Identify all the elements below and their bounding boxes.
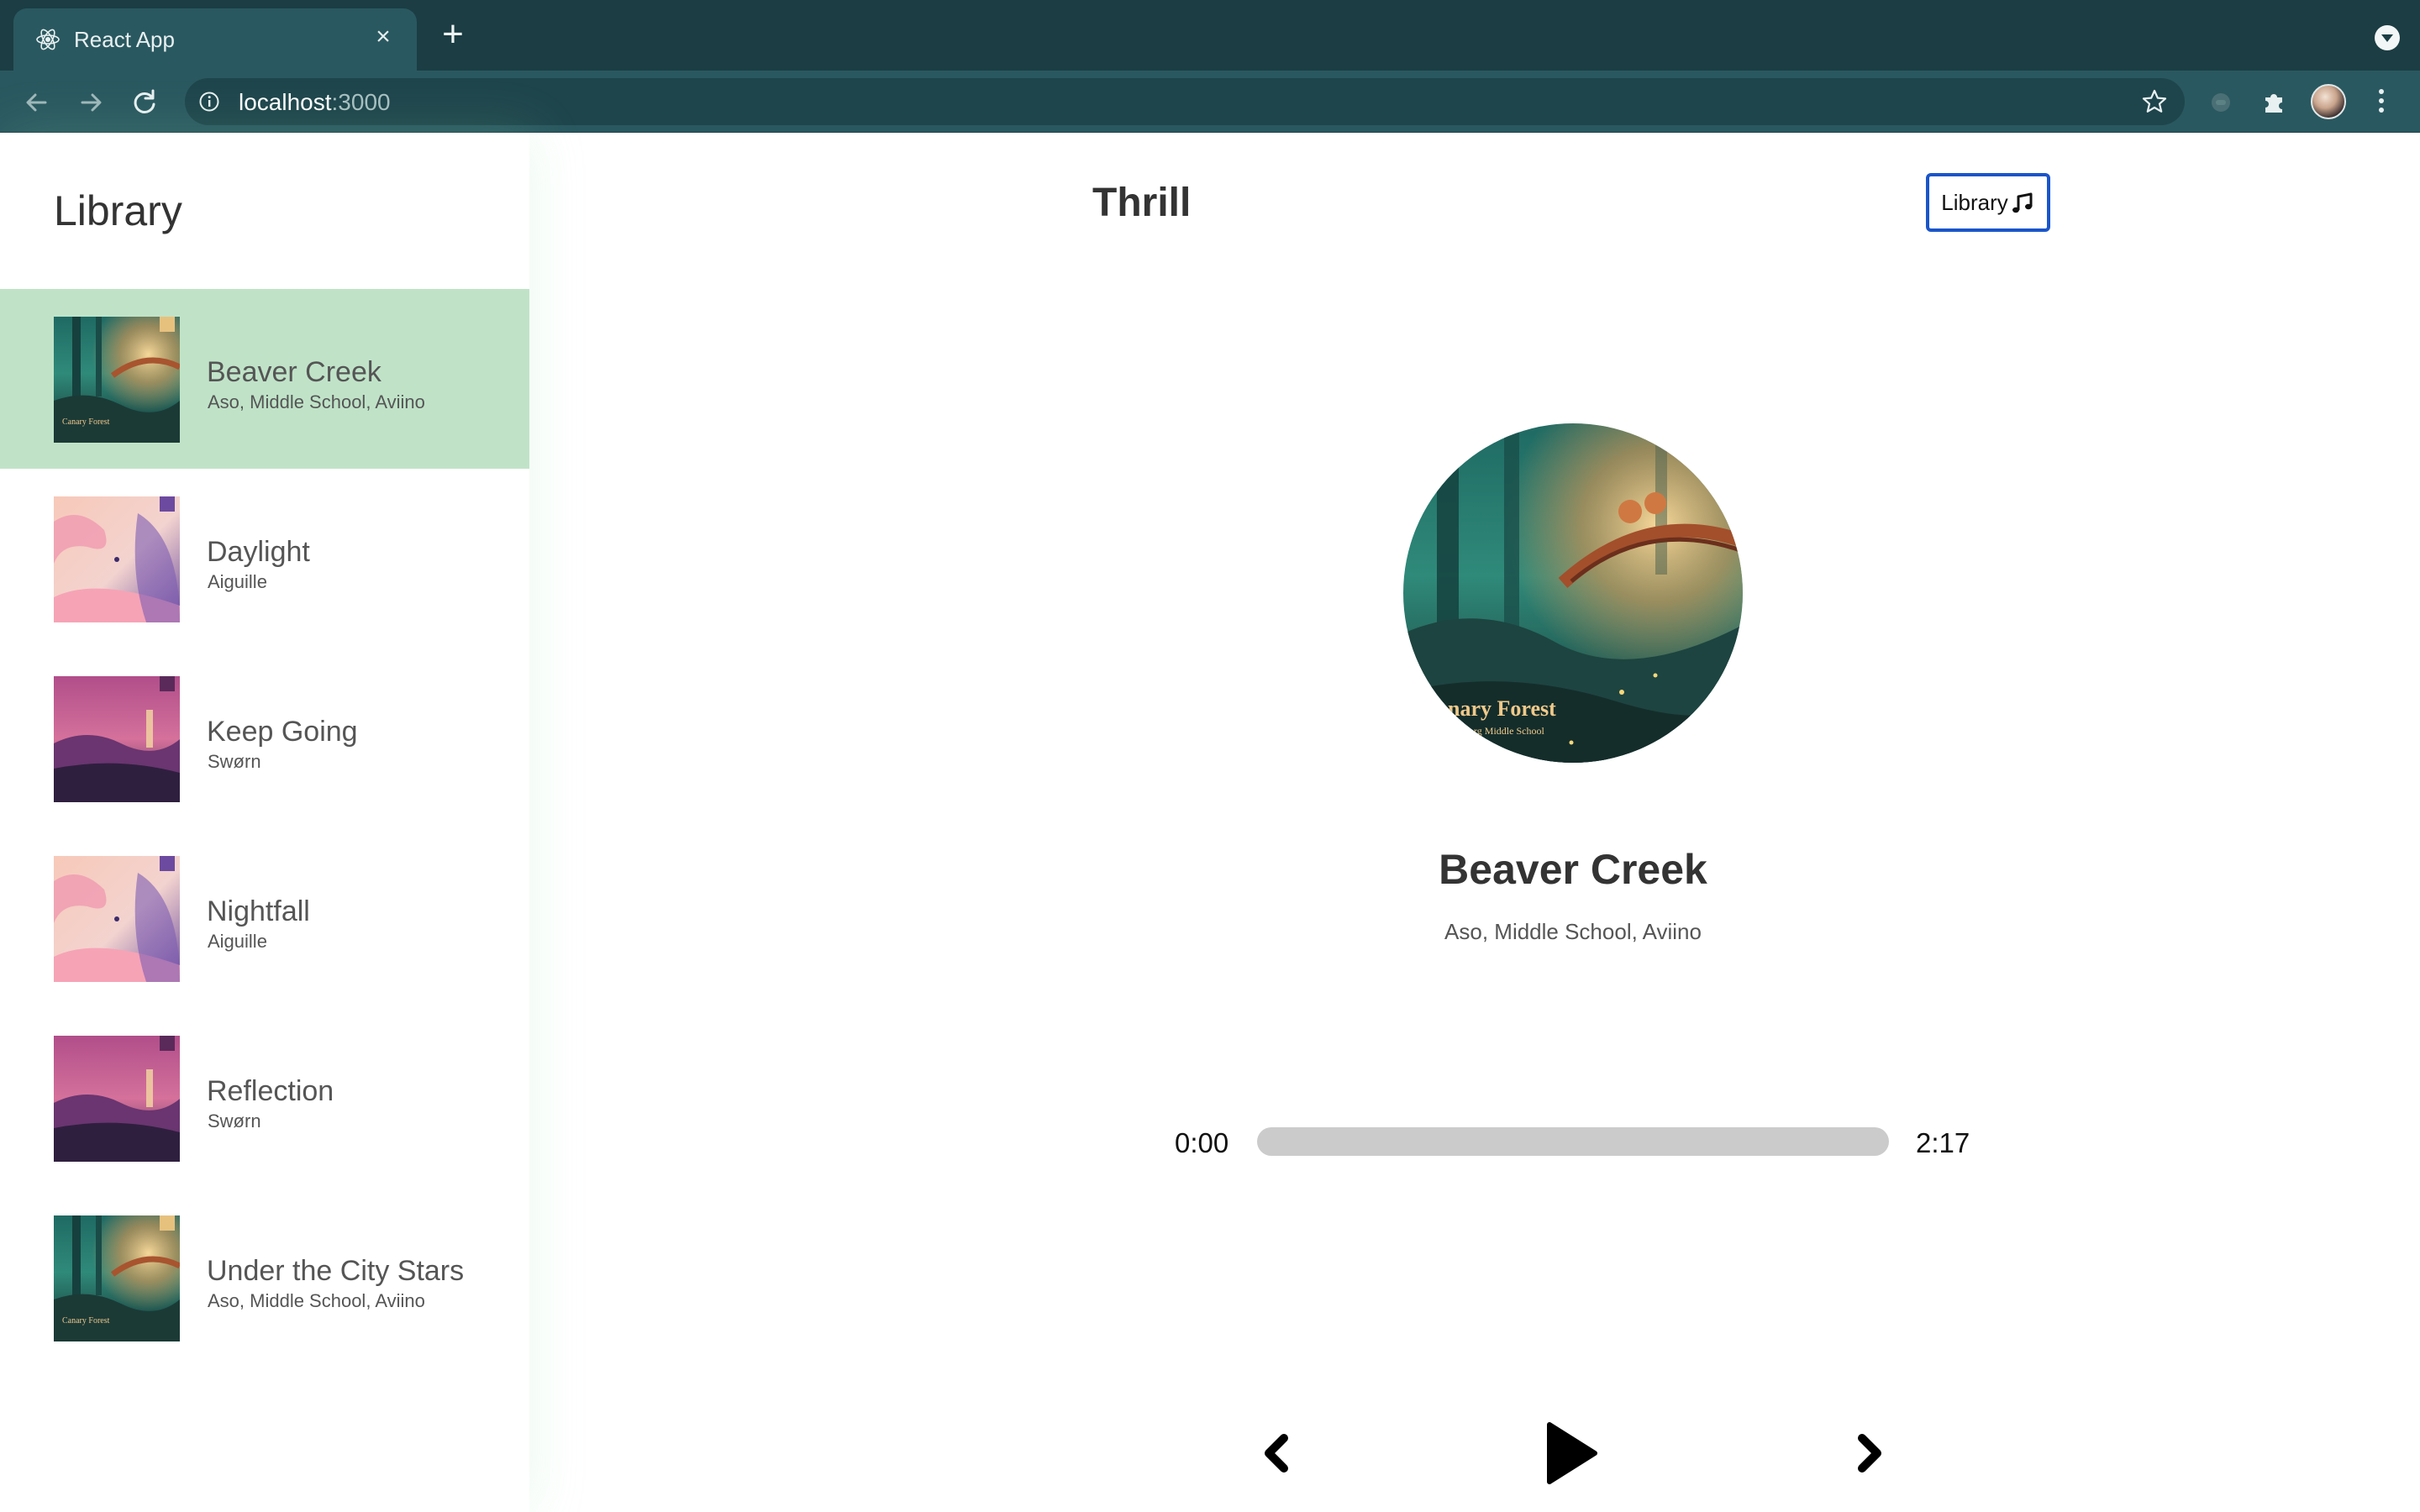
song-artist: Aiguille (208, 931, 267, 952)
album-cover: Canary Forest (54, 1215, 180, 1341)
music-note-icon (2012, 192, 2033, 213)
browser-tab[interactable]: React App × (13, 8, 417, 71)
album-cover (54, 496, 180, 622)
tab-title: React App (74, 27, 175, 52)
song-name: Beaver Creek (207, 356, 381, 388)
song-name: Daylight (207, 536, 310, 568)
song-artist: Swørn (208, 1110, 261, 1131)
song-artist: Swørn (208, 751, 261, 772)
current-track-artist: Aso, Middle School, Aviino (1444, 919, 1702, 944)
song-name: Nightfall (207, 895, 310, 927)
cover-subtitle-text: Boorg Middle School (1457, 725, 1544, 737)
album-cover: Canary Forest (54, 317, 180, 443)
react-favicon-icon (36, 29, 60, 50)
library-sidebar: Library Canary Forest Beaver Creek Aso, … (0, 133, 529, 1512)
back-arrow-icon[interactable] (20, 86, 54, 119)
avatar[interactable] (2311, 84, 2346, 119)
puzzle-icon[interactable] (2259, 86, 2291, 118)
song-name: Under the City Stars (207, 1255, 465, 1287)
song-artist: Aiguille (208, 571, 267, 592)
play-icon[interactable] (1544, 1421, 1598, 1485)
new-tab-button[interactable]: + (435, 16, 471, 54)
seek-slider[interactable] (1257, 1127, 1889, 1156)
url-host: localhost (239, 89, 332, 115)
app-page: Library Canary Forest Beaver Creek Aso, … (0, 133, 2420, 1512)
browser-toolbar: localhost:3000 (0, 71, 2420, 133)
kebab-menu-icon[interactable] (2373, 86, 2390, 119)
reload-icon[interactable] (128, 86, 161, 119)
browser-tab-bar: React App × + (0, 0, 2420, 71)
library-song-item[interactable]: Nightfall Aiguille (0, 828, 529, 1008)
svg-text:Canary Forest: Canary Forest (62, 1316, 110, 1326)
library-toggle-button[interactable]: Library (1926, 173, 2050, 232)
library-song-item[interactable]: Reflection Swørn (0, 1008, 529, 1188)
address-bar[interactable]: localhost:3000 (185, 78, 2185, 125)
album-cover (54, 676, 180, 802)
song-name: Keep Going (207, 716, 358, 748)
profile-menu-icon[interactable] (2375, 25, 2400, 50)
total-time: 2:17 (1916, 1127, 1970, 1158)
tab-close-button[interactable]: × (368, 22, 398, 52)
chevron-right-icon[interactable] (1854, 1430, 1887, 1477)
song-artist: Aso, Middle School, Aviino (208, 391, 425, 412)
song-name: Reflection (207, 1075, 334, 1107)
svg-text:Canary Forest: Canary Forest (62, 417, 110, 427)
album-art-disc: anary Forest Boorg Middle School (1403, 423, 1743, 763)
info-icon[interactable] (198, 91, 220, 113)
library-button-label: Library (1941, 189, 2008, 215)
cover-title-text: anary Forest (1437, 696, 1556, 721)
library-song-item[interactable]: Canary Forest Beaver Creek Aso, Middle S… (0, 289, 529, 469)
star-icon[interactable] (2141, 88, 2168, 115)
library-song-item[interactable]: Canary Forest Under the City Stars Aso, … (0, 1188, 529, 1368)
url-port: :3000 (331, 89, 391, 115)
library-title: Library (54, 187, 182, 234)
current-track-title: Beaver Creek (1439, 846, 1707, 893)
forward-arrow-icon[interactable] (74, 86, 108, 119)
chevron-left-icon[interactable] (1259, 1430, 1292, 1477)
url-text: localhost:3000 (239, 89, 391, 116)
current-time: 0:00 (1175, 1127, 1229, 1158)
extension-icon[interactable] (2205, 86, 2237, 118)
album-cover (54, 856, 180, 982)
library-song-item[interactable]: Daylight Aiguille (0, 469, 529, 648)
song-artist: Aso, Middle School, Aviino (208, 1290, 425, 1311)
album-cover (54, 1036, 180, 1162)
library-song-item[interactable]: Keep Going Swørn (0, 648, 529, 828)
app-brand-title: Thrill (1092, 181, 1192, 225)
